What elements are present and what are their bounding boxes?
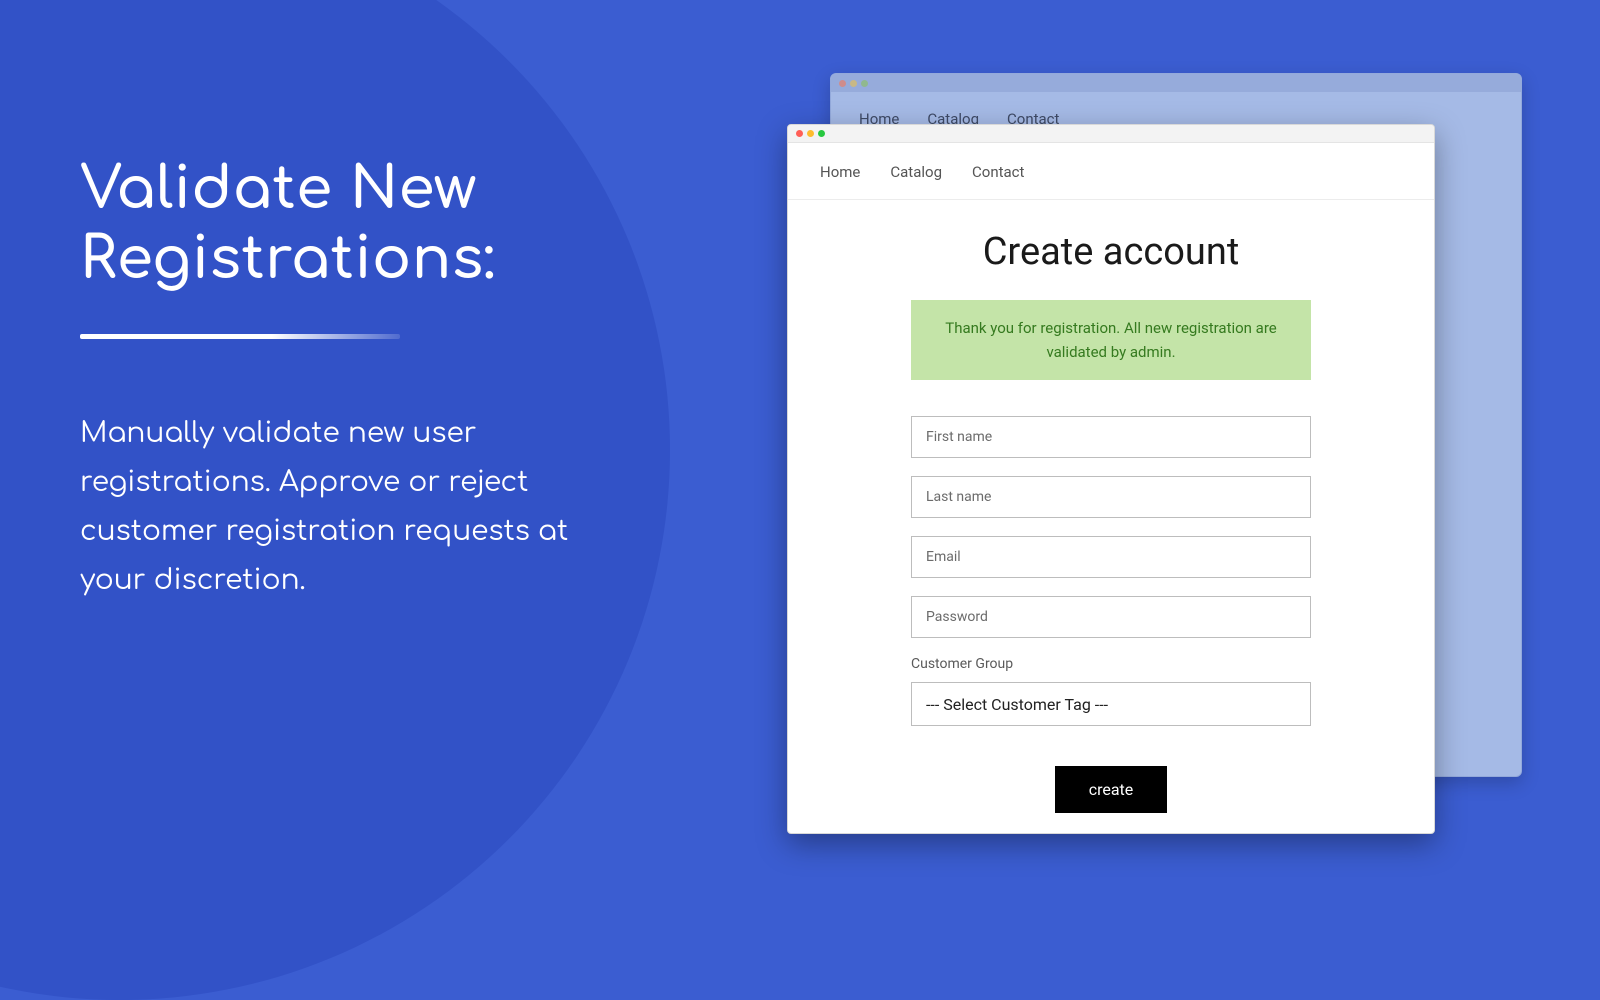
description: Manually validate new user registrations… [80,409,640,605]
nav-contact[interactable]: Contact [972,163,1024,181]
customer-group-selected-value: --- Select Customer Tag --- [926,695,1108,714]
titlebar-front [788,125,1434,143]
titlebar-back [831,74,1521,92]
window-minimize-icon [850,80,857,87]
form-title: Create account [848,230,1374,274]
headline-line1: Validate New [80,157,477,222]
headline-line2: Registrations: [80,227,495,292]
divider [80,334,400,339]
create-button[interactable]: create [1055,766,1168,813]
password-input[interactable] [911,596,1311,638]
customer-group-label: Customer Group [911,656,1311,672]
window-maximize-icon [861,80,868,87]
front-nav: Home Catalog Contact [788,143,1434,200]
window-close-icon [839,80,846,87]
success-banner: Thank you for registration. All new regi… [911,300,1311,380]
first-name-input[interactable] [911,416,1311,458]
last-name-input[interactable] [911,476,1311,518]
window-minimize-icon[interactable] [807,130,814,137]
nav-home[interactable]: Home [820,163,860,181]
email-input[interactable] [911,536,1311,578]
headline: Validate New Registrations: [80,155,640,294]
window-close-icon[interactable] [796,130,803,137]
browser-window-front: Home Catalog Contact Create account Than… [787,124,1435,834]
create-account-form: Create account Thank you for registratio… [788,200,1434,833]
customer-group-select[interactable]: --- Select Customer Tag --- [911,682,1311,726]
form-fields: Customer Group --- Select Customer Tag -… [911,416,1311,726]
window-maximize-icon[interactable] [818,130,825,137]
nav-catalog[interactable]: Catalog [890,163,942,181]
marketing-copy: Validate New Registrations: Manually val… [80,155,640,605]
